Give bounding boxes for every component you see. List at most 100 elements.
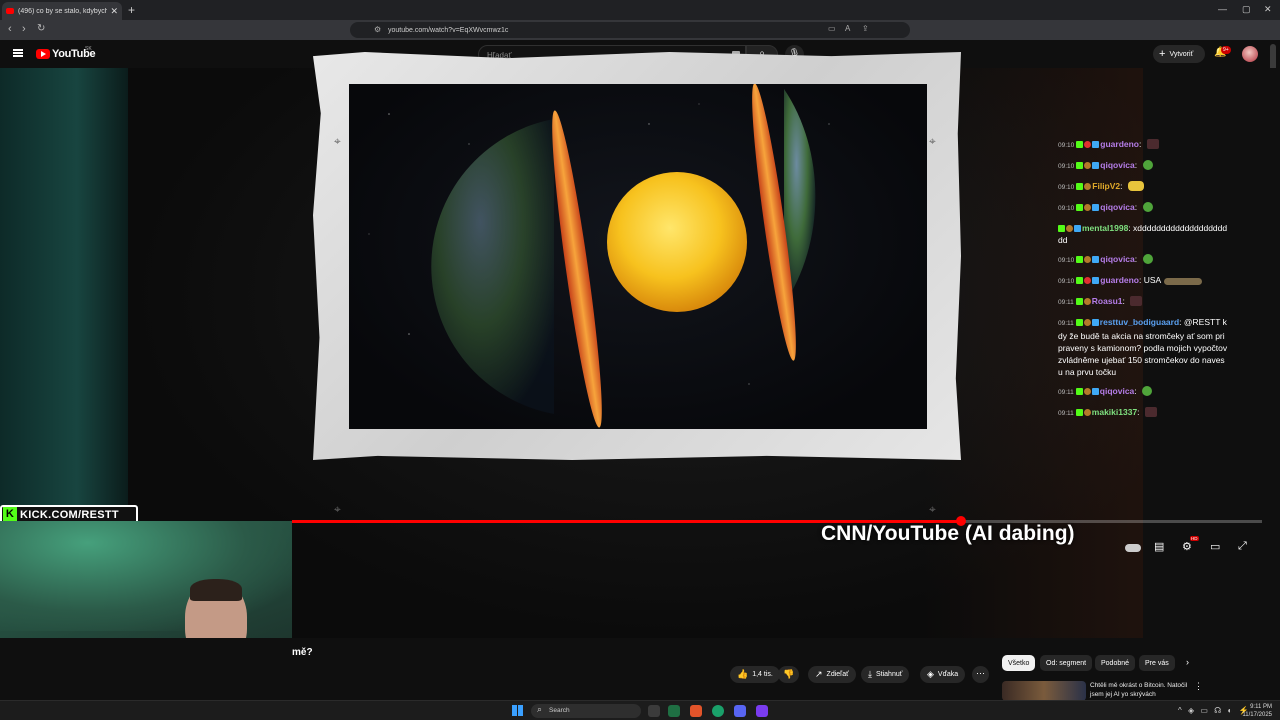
recommended-more-icon[interactable]: ⋮ xyxy=(1194,681,1203,692)
close-tab-icon[interactable]: ✕ xyxy=(110,6,118,17)
brave-browser-icon[interactable] xyxy=(690,705,702,717)
taskbar-search[interactable]: Search xyxy=(531,704,641,718)
earth-sun-illustration xyxy=(368,84,830,428)
windows-taskbar: Search ^ ◈ ▭ ☊ ◐ ⚡ 9:11 PM 11/17/2025 xyxy=(0,700,1280,720)
subscriber-badge-icon xyxy=(1091,388,1099,395)
forward-icon[interactable]: › xyxy=(22,23,26,35)
back-icon[interactable]: ‹ xyxy=(8,23,12,35)
task-view-icon[interactable] xyxy=(648,705,660,717)
chat-username[interactable]: qiqovica xyxy=(1100,160,1134,170)
chevron-right-icon[interactable]: › xyxy=(1186,657,1189,667)
chat-username[interactable]: qiqovica xyxy=(1100,386,1134,396)
clock-time: 9:11 PM xyxy=(1250,704,1272,710)
reload-icon[interactable]: ↻ xyxy=(37,23,45,34)
site-info-icon[interactable]: ⚙ xyxy=(374,25,381,34)
chat-separator: : xyxy=(1134,202,1140,212)
notification-count-badge: 9+ xyxy=(1221,46,1231,54)
dislike-button[interactable]: 👎 xyxy=(778,666,800,683)
recommended-video-thumbnail[interactable] xyxy=(1002,681,1086,701)
chip-from-segment[interactable]: Od: segment xyxy=(1040,655,1093,671)
chat-username[interactable]: FilipV2 xyxy=(1092,181,1120,191)
kick-badge-icon xyxy=(1076,204,1084,211)
chat-username[interactable]: makiki1337 xyxy=(1092,407,1137,417)
translate-icon[interactable]: A xyxy=(845,24,850,33)
crosshair-mark: ⌖ xyxy=(929,502,936,516)
subscriber-badge-icon xyxy=(1092,277,1100,284)
chat-timestamp: 09:10 xyxy=(1058,278,1075,285)
chat-separator: : xyxy=(1139,139,1144,149)
app-icon[interactable] xyxy=(756,705,768,717)
chat-username[interactable]: qiqovica xyxy=(1100,254,1134,264)
subscriber-badge-icon xyxy=(1092,256,1100,263)
download-label: Stiahnuť xyxy=(875,671,903,678)
like-count: 1,4 tis. xyxy=(752,671,773,678)
taskbar-clock[interactable]: 9:11 PM 11/17/2025 xyxy=(1236,703,1272,719)
gifter-badge-icon xyxy=(1066,225,1073,232)
chat-message: 09:10 qiqovica: xyxy=(1058,201,1228,215)
chat-username[interactable]: Roasu1 xyxy=(1092,296,1123,306)
create-button[interactable]: + Vytvoriť xyxy=(1153,45,1205,63)
gifter-badge-icon xyxy=(1083,319,1091,326)
windows-start-icon[interactable] xyxy=(512,705,523,716)
chat-timestamp: 09:11 xyxy=(1058,299,1074,306)
kick-badge-icon xyxy=(1075,388,1083,395)
chat-username[interactable]: guardeno xyxy=(1100,139,1139,149)
moderator-badge-icon xyxy=(1084,277,1092,284)
streamer-hair xyxy=(190,579,242,601)
chat-message: 09:11 makiki1337: xyxy=(1058,406,1228,420)
account-avatar[interactable] xyxy=(1242,46,1258,62)
youtube-logo-icon[interactable] xyxy=(36,49,50,59)
download-button[interactable]: ⤓ Stiahnuť xyxy=(861,666,910,683)
recommended-video-title[interactable]: Chtěli mě okrást o Bitcoin. Natočil jsem… xyxy=(1090,681,1190,699)
chat-timestamp: 09:10 xyxy=(1058,163,1075,170)
hamburger-menu-icon[interactable] xyxy=(13,49,23,57)
new-tab-button[interactable]: + xyxy=(128,3,135,17)
chat-message: 09:11 qiqovica: xyxy=(1058,385,1228,399)
kick-badge-icon xyxy=(1076,277,1084,284)
subscriber-badge-icon xyxy=(1092,162,1100,169)
kick-badge-icon xyxy=(1075,298,1083,305)
gifter-badge-icon xyxy=(1083,388,1091,395)
download-icon: ⤓ xyxy=(868,669,872,679)
fullscreen-icon[interactable]: ⤢ xyxy=(1238,540,1247,553)
chat-text: USA xyxy=(1143,275,1162,285)
chat-emote-icon xyxy=(1130,296,1143,306)
browser-tab[interactable]: (496) co by se stalo, kdybych ✕ xyxy=(2,2,122,20)
tab-title: (496) co by se stalo, kdybych xyxy=(18,7,108,15)
discord-icon[interactable] xyxy=(734,705,746,717)
thanks-button[interactable]: ◈ Vďaka xyxy=(920,666,966,683)
subscriber-badge-icon xyxy=(1092,204,1100,211)
address-bar[interactable]: ⚙ youtube.com/watch?v=EqXWvcmwz1c xyxy=(350,22,910,38)
chip-all[interactable]: Všetko xyxy=(1002,655,1036,671)
maximize-window-button[interactable]: ▢ xyxy=(1242,4,1251,15)
kick-logo-icon: K xyxy=(3,507,17,522)
theater-mode-icon[interactable]: ▭ xyxy=(1210,540,1220,553)
kick-badge-icon xyxy=(1076,183,1084,190)
chrome-icon[interactable] xyxy=(712,705,724,717)
chat-separator: : xyxy=(1134,386,1140,396)
more-actions-button[interactable]: ⋯ xyxy=(972,666,989,683)
excel-icon[interactable] xyxy=(668,705,680,717)
chat-username[interactable]: guardeno xyxy=(1100,275,1139,285)
subtitles-icon[interactable]: ▤ xyxy=(1154,540,1164,553)
like-button[interactable]: 👍 1,4 tis. xyxy=(730,666,780,683)
gifter-badge-icon xyxy=(1083,298,1091,305)
chip-related[interactable]: Podobné xyxy=(1095,655,1136,671)
chip-for-you[interactable]: Pre vás xyxy=(1139,655,1175,671)
chat-username[interactable]: resttuv_bodiguaard xyxy=(1100,317,1179,327)
chat-username[interactable]: qiqovica xyxy=(1100,202,1134,212)
video-progress-bar[interactable] xyxy=(292,516,1262,526)
video-overlay-caption: CNN/YouTube (AI dabing) xyxy=(821,522,1075,545)
share-icon[interactable]: ⇪ xyxy=(862,24,869,33)
gifter-badge-icon xyxy=(1084,162,1092,169)
chat-username[interactable]: mental1998 xyxy=(1082,223,1128,233)
autoplay-toggle[interactable] xyxy=(1125,544,1141,552)
cast-icon[interactable]: ▭ xyxy=(828,24,836,33)
share-button[interactable]: ↗ Zdieľať xyxy=(808,666,856,683)
subscriber-badge-icon xyxy=(1091,319,1099,326)
kick-badge-icon xyxy=(1058,225,1065,232)
close-window-button[interactable]: ✕ xyxy=(1264,4,1272,15)
settings-gear-icon[interactable]: ⚙ xyxy=(1182,540,1192,553)
chat-timestamp: 09:10 xyxy=(1058,205,1075,212)
minimize-window-button[interactable]: — xyxy=(1218,4,1227,14)
